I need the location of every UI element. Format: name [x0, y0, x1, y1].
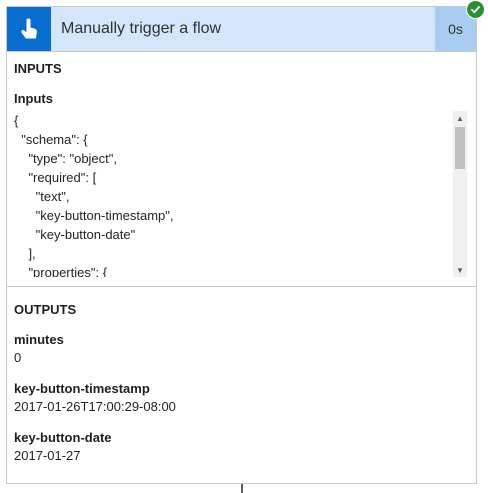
code-line: "text", [14, 189, 70, 204]
output-field-value: 0 [14, 350, 22, 365]
output-field-label: key-button-timestamp [14, 381, 150, 396]
touch-hand-icon [21, 18, 37, 39]
inputs-scrollbar[interactable]: ▲ ▼ [453, 111, 467, 277]
success-status-badge [466, 0, 485, 19]
outputs-heading: OUTPUTS [14, 302, 77, 317]
scroll-thumb[interactable] [455, 127, 465, 169]
section-divider [7, 286, 476, 287]
trigger-header[interactable]: Manually trigger a flow 0s [7, 7, 476, 52]
output-field-label: minutes [14, 332, 64, 347]
trigger-title: Manually trigger a flow [61, 20, 222, 37]
trigger-icon-container [7, 7, 51, 51]
code-line: "schema": { [14, 132, 88, 147]
inputs-heading: INPUTS [14, 61, 62, 76]
code-line: "required": [ [14, 170, 97, 185]
code-line: "type": "object", [14, 151, 118, 166]
code-line: "key-button-timestamp", [14, 208, 174, 223]
inputs-code-box[interactable]: { "schema": { "type": "object", "require… [14, 111, 469, 277]
inputs-label: Inputs [14, 91, 53, 106]
code-line: "properties": { [14, 265, 108, 277]
output-field-value: 2017-01-27 [14, 448, 81, 463]
output-field-value: 2017-01-26T17:00:29-08:00 [14, 399, 176, 414]
flow-connector-line [241, 484, 243, 493]
output-field-label: key-button-date [14, 430, 112, 445]
code-line: ], [14, 246, 36, 261]
code-line: "key-button-date" [14, 227, 136, 242]
run-history-card: Manually trigger a flow 0s INPUTS Inputs… [6, 6, 477, 484]
scroll-up-arrow-icon[interactable]: ▲ [453, 111, 467, 125]
code-line: { [14, 113, 19, 128]
check-icon [471, 6, 480, 14]
scroll-down-arrow-icon[interactable]: ▼ [453, 263, 467, 277]
